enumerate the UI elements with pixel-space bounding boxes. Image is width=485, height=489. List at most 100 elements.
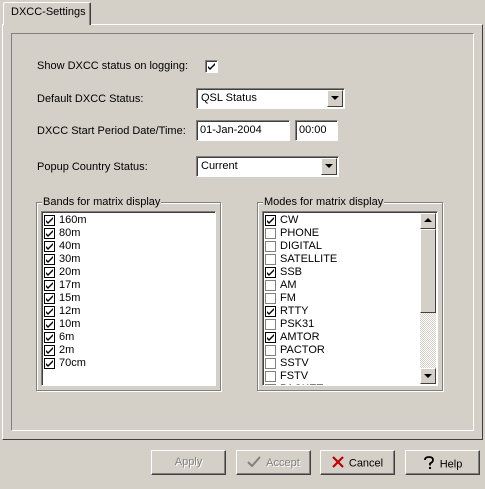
band-item-checkbox[interactable]: [44, 280, 55, 291]
checkmark-icon: [46, 256, 53, 263]
band-item-label: 10m: [59, 318, 81, 330]
start-period-label: DXCC Start Period Date/Time:: [37, 125, 186, 137]
mode-item-checkbox[interactable]: [265, 345, 276, 356]
band-item-checkbox[interactable]: [44, 267, 55, 278]
checkmark-icon: [267, 308, 274, 315]
checkmark-icon: [46, 360, 53, 367]
mode-item-checkbox[interactable]: [265, 319, 276, 330]
mode-item-checkbox[interactable]: [265, 280, 276, 291]
bands-listbox[interactable]: 160m 80m 40m 30m 20m 17m 15m 12m 10m 6m 2m 70cm: [41, 211, 216, 386]
checkmark-icon: [46, 282, 53, 289]
scroll-down-button[interactable]: [420, 368, 436, 384]
cancel-button[interactable]: Cancel: [320, 450, 395, 475]
default-status-value: QSL Status: [201, 92, 257, 104]
band-item-label: 2m: [59, 344, 75, 356]
modes-scrollbar[interactable]: [420, 213, 436, 384]
band-item-checkbox[interactable]: [44, 293, 55, 304]
checkmark-icon: [46, 269, 53, 276]
checkmark-icon: [46, 217, 53, 224]
mode-item-checkbox[interactable]: [265, 293, 276, 304]
mode-item-checkbox[interactable]: [265, 254, 276, 265]
scroll-up-button[interactable]: [420, 213, 436, 229]
scroll-thumb[interactable]: [420, 229, 436, 313]
arrow-up-icon: [424, 218, 432, 222]
band-item-checkbox[interactable]: [44, 358, 55, 369]
band-item-checkbox[interactable]: [44, 345, 55, 356]
band-item-label: 17m: [59, 279, 81, 291]
bands-group: Bands for matrix display 160m 80m 40m 30m 20…: [36, 196, 221, 391]
checkmark-icon: [247, 456, 261, 470]
default-status-label: Default DXCC Status:: [37, 93, 144, 105]
band-item-checkbox[interactable]: [44, 215, 55, 226]
cancel-label: Cancel: [348, 457, 384, 470]
mode-item-label: PACTOR: [280, 344, 325, 356]
checkmark-icon: [46, 321, 53, 328]
band-item-label: 80m: [59, 227, 81, 239]
mode-item-label: SATELLITE: [280, 253, 338, 265]
mode-item-checkbox[interactable]: [265, 267, 276, 278]
checkmark-icon: [208, 63, 215, 70]
modes-group-title: Modes for matrix display: [263, 196, 385, 208]
start-date-field[interactable]: 01-Jan-2004: [196, 120, 290, 141]
band-item-checkbox[interactable]: [44, 319, 55, 330]
checkmark-icon: [46, 334, 53, 341]
default-status-select[interactable]: QSL Status: [196, 88, 345, 109]
popup-status-select[interactable]: Current: [196, 156, 339, 177]
band-item-checkbox[interactable]: [44, 241, 55, 252]
mode-item-checkbox[interactable]: [265, 384, 276, 385]
checkmark-icon: [46, 243, 53, 250]
checkmark-icon: [46, 295, 53, 302]
mode-item-checkbox[interactable]: [265, 358, 276, 369]
mode-item-label: CW: [280, 214, 299, 226]
mode-item-checkbox[interactable]: [265, 371, 276, 382]
mode-item-checkbox[interactable]: [265, 241, 276, 252]
mode-item-checkbox[interactable]: [265, 332, 276, 343]
question-mark-icon: [423, 456, 435, 473]
mode-item-label: PACKET: [280, 383, 323, 385]
tab-label: DXCC-Settings: [11, 6, 86, 18]
mode-item-label: PHONE: [280, 227, 320, 239]
band-item-checkbox[interactable]: [44, 254, 55, 265]
mode-item-label: FSTV: [280, 370, 309, 382]
checkmark-icon: [46, 308, 53, 315]
start-time-field[interactable]: 00:00: [295, 120, 338, 141]
checkmark-icon: [267, 269, 274, 276]
mode-item-checkbox[interactable]: [265, 228, 276, 239]
tab-dxcc-settings[interactable]: DXCC-Settings: [3, 2, 91, 25]
settings-panel: Show DXCC status on logging: Default DXC…: [11, 33, 474, 431]
dropdown-arrow-button[interactable]: [327, 90, 343, 107]
start-date-value: 01-Jan-2004: [200, 124, 262, 136]
checkmark-icon: [267, 217, 274, 224]
bands-group-title: Bands for matrix display: [42, 196, 162, 208]
accept-button[interactable]: Accept: [236, 450, 311, 475]
band-item-label: 40m: [59, 240, 81, 252]
checkmark-icon: [267, 334, 274, 341]
apply-button[interactable]: Apply: [151, 450, 226, 475]
mode-item-label: FM: [280, 292, 296, 304]
mode-item-label: DIGITAL: [280, 240, 322, 252]
checkmark-icon: [46, 347, 53, 354]
band-item-label: 160m: [59, 214, 87, 226]
band-item-label: 70cm: [59, 357, 86, 369]
modes-listbox[interactable]: CW PHONE DIGITAL SATELLITE SSB AM FM RTTY PSK31 A…: [262, 211, 438, 386]
modes-group: Modes for matrix display CW PHONE DIGITAL S…: [257, 196, 443, 391]
band-item-label: 12m: [59, 305, 81, 317]
show-status-checkbox[interactable]: [205, 60, 218, 73]
mode-item-checkbox[interactable]: [265, 215, 276, 226]
help-label: Help: [439, 458, 463, 471]
arrow-down-icon: [424, 374, 432, 378]
band-item-checkbox[interactable]: [44, 306, 55, 317]
dropdown-arrow-button[interactable]: [321, 158, 337, 175]
red-x-icon: [332, 456, 344, 471]
popup-status-label: Popup Country Status:: [37, 161, 148, 173]
mode-item-label: RTTY: [280, 305, 309, 317]
mode-item-checkbox[interactable]: [265, 306, 276, 317]
help-button[interactable]: Help: [405, 450, 480, 475]
show-status-label: Show DXCC status on logging:: [37, 60, 189, 72]
mode-item-label: SSTV: [280, 357, 309, 369]
band-item-checkbox[interactable]: [44, 228, 55, 239]
mode-item-label: PSK31: [280, 318, 315, 330]
checkmark-icon: [46, 230, 53, 237]
scroll-track[interactable]: [420, 313, 436, 368]
band-item-checkbox[interactable]: [44, 332, 55, 343]
